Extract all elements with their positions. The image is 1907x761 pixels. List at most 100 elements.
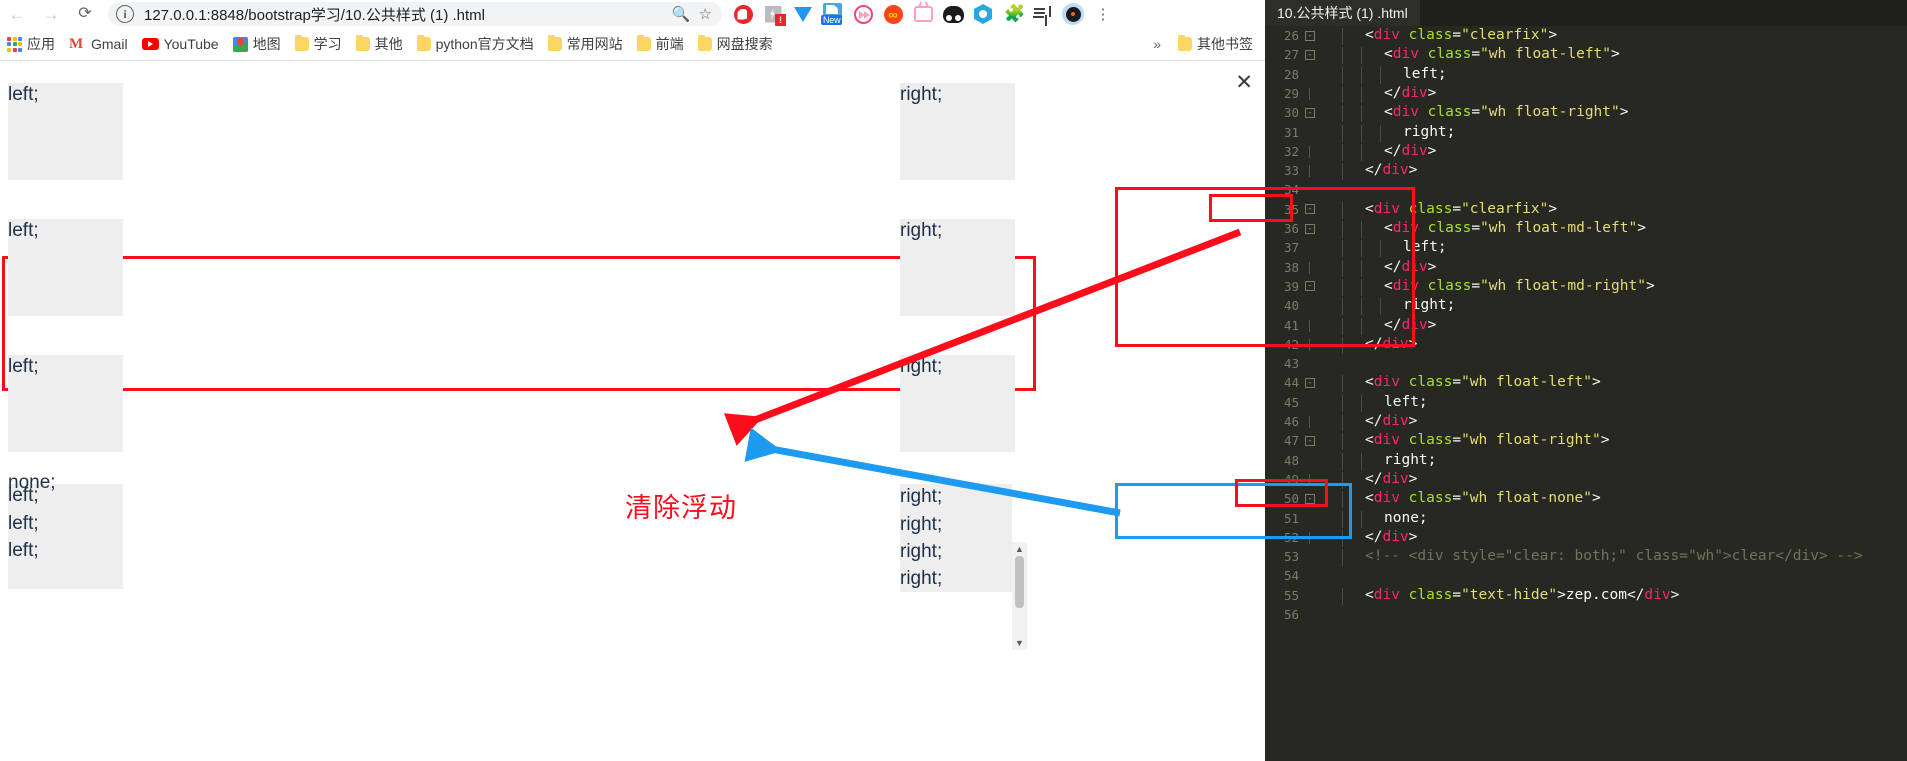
hexagon-extension-icon[interactable]: [968, 1, 998, 27]
bookmark-gmail[interactable]: M Gmail: [62, 32, 135, 56]
puzzle-extensions-icon[interactable]: 🧩: [998, 1, 1028, 27]
content-scrollbar[interactable]: ▲ ▼: [1012, 542, 1027, 650]
code-editor-panel: 10.公共样式 (1) .html 26- <div class="clearfi…: [1115, 0, 1907, 761]
float-right-box: right;: [900, 512, 1012, 539]
code-line[interactable]: 53 <!-- <div style="clear: both;" class="…: [1265, 547, 1907, 567]
code-line[interactable]: 27- <div class="wh float-left">: [1265, 45, 1907, 65]
close-icon[interactable]: ✕: [1235, 72, 1253, 93]
notes-music-extension-icon[interactable]: [1028, 1, 1058, 27]
fold-toggle-icon[interactable]: -: [1305, 107, 1315, 118]
bookmark-label: 地图: [252, 36, 281, 52]
extension-badge-new: New: [821, 15, 843, 25]
bookmark-folder-frontend[interactable]: 前端: [630, 32, 691, 56]
code-line[interactable]: 33 </div>: [1265, 161, 1907, 181]
new-tab-extension-icon[interactable]: New: [818, 1, 848, 27]
indent-guide: [1342, 66, 1343, 84]
fold-toggle-icon[interactable]: -: [1305, 435, 1315, 446]
tv-extension-icon[interactable]: [908, 1, 938, 27]
code-line[interactable]: 30- <div class="wh float-right">: [1265, 103, 1907, 123]
code-text: </div>: [1365, 413, 1418, 429]
code-line[interactable]: 51 none;: [1265, 509, 1907, 528]
code-text: </div>: [1384, 84, 1437, 101]
site-info-icon[interactable]: i: [116, 5, 134, 23]
infinity-extension-icon[interactable]: ∞: [878, 1, 908, 27]
scrollbar-up-arrow[interactable]: ▲: [1012, 542, 1027, 556]
bookmark-folder-python-docs[interactable]: python官方文档: [410, 32, 541, 56]
youtube-icon: [141, 38, 159, 50]
indent-guide: [1342, 587, 1343, 605]
indent-guide: [1342, 375, 1343, 393]
folder-icon: [1178, 35, 1192, 51]
code-line[interactable]: 28 left;: [1265, 65, 1907, 84]
code-line[interactable]: 32 </div>: [1265, 142, 1907, 161]
omnibox[interactable]: i 127.0.0.1:8848/bootstrap学习/10.公共样式 (1)…: [108, 2, 722, 26]
forward-button[interactable]: →: [34, 1, 68, 27]
bookmark-folder-common-sites[interactable]: 常用网站: [541, 32, 630, 56]
code-line[interactable]: 52 </div>: [1265, 528, 1907, 547]
fold-toggle-icon[interactable]: -: [1305, 377, 1315, 388]
adblock-extension-icon[interactable]: [728, 1, 758, 27]
reload-button[interactable]: ⟳: [68, 1, 102, 27]
code-line[interactable]: 49 </div>: [1265, 470, 1907, 489]
bookmark-maps[interactable]: 地图: [226, 32, 288, 56]
code-text: left;: [1403, 65, 1447, 82]
editor-code-area[interactable]: 26- <div class="clearfix"> 27- <div class="…: [1265, 26, 1907, 761]
code-line[interactable]: 46 </div>: [1265, 412, 1907, 431]
code-line[interactable]: 55 <div class="text-hide">zep.com</div>: [1265, 586, 1907, 605]
code-line[interactable]: 29 </div>: [1265, 84, 1907, 103]
bookmarks-overflow-button[interactable]: »: [1143, 36, 1171, 52]
back-button[interactable]: ←: [0, 1, 34, 27]
diamond-extension-icon[interactable]: [788, 1, 818, 27]
code-text: <div class="wh float-md-right">: [1384, 277, 1655, 294]
panda-extension-icon[interactable]: [938, 1, 968, 27]
code-line[interactable]: 47- <div class="wh float-right">: [1265, 431, 1907, 451]
code-line[interactable]: 31 right;: [1265, 123, 1907, 142]
folder-icon: [355, 35, 370, 51]
profile-avatar-icon[interactable]: [1058, 1, 1088, 27]
code-highlight-float-none-token: [1235, 479, 1328, 507]
line-number: 48: [1283, 452, 1299, 468]
editor-tab[interactable]: 10.公共样式 (1) .html: [1265, 0, 1420, 26]
scrollbar-thumb[interactable]: [1015, 556, 1024, 608]
code-line[interactable]: 26- <div class="clearfix">: [1265, 26, 1907, 45]
indent-guide: [1342, 85, 1343, 103]
code-line[interactable]: 56: [1265, 605, 1907, 624]
code-text: right;: [1403, 123, 1456, 140]
indent-guide: [1380, 66, 1381, 84]
fast-forward-extension-icon[interactable]: [848, 1, 878, 27]
line-number: 43: [1283, 356, 1299, 372]
code-line[interactable]: 43: [1265, 354, 1907, 373]
bookmark-label: 常用网站: [566, 36, 623, 52]
folder-icon: [697, 35, 712, 51]
scrollbar-down-arrow[interactable]: ▼: [1012, 636, 1027, 650]
tampermonkey-extension-icon[interactable]: !: [758, 1, 788, 27]
screenshot-root: ← → ⟳ i 127.0.0.1:8848/bootstrap学习/10.公共…: [0, 0, 1907, 761]
fold-toggle-icon[interactable]: -: [1305, 30, 1315, 41]
editor-tabbar: 10.公共样式 (1) .html: [1265, 0, 1907, 26]
line-number: 33: [1283, 163, 1299, 179]
sidebar-item-apps[interactable]: 应用: [0, 32, 62, 56]
bookmark-star-icon[interactable]: ☆: [695, 5, 714, 23]
bookmark-folder-netdisk-search[interactable]: 网盘搜索: [691, 32, 780, 56]
bookmark-folder-study[interactable]: 学习: [288, 32, 349, 56]
code-text: <div class="wh float-left">: [1384, 46, 1620, 63]
kebab-menu-icon[interactable]: ⋮: [1088, 1, 1118, 27]
code-line[interactable]: 48 right;: [1265, 451, 1907, 470]
bookmark-label: python官方文档: [435, 36, 534, 52]
omnibox-url[interactable]: 127.0.0.1:8848/bootstrap学习/10.公共样式 (1) .…: [144, 4, 485, 25]
float-right-box: right;: [900, 355, 1015, 452]
line-number: 53: [1283, 549, 1299, 565]
indent-guide: [1342, 105, 1343, 123]
line-number: 28: [1283, 66, 1299, 82]
bookmark-youtube[interactable]: YouTube: [135, 32, 226, 56]
fold-toggle-icon[interactable]: -: [1305, 49, 1315, 60]
line-number: 45: [1283, 394, 1299, 410]
code-text: <div class="wh float-md-left">: [1384, 220, 1646, 236]
zoom-icon[interactable]: 🔍: [672, 5, 695, 23]
code-line[interactable]: 44- <div class="wh float-left">: [1265, 373, 1907, 393]
bookmark-folder-other[interactable]: 其他: [349, 32, 410, 56]
code-line[interactable]: 45 left;: [1265, 393, 1907, 412]
code-line[interactable]: 50- <div class="wh float-none">: [1265, 489, 1907, 509]
other-bookmarks-folder[interactable]: 其他书签: [1171, 32, 1265, 56]
code-line[interactable]: 54: [1265, 566, 1907, 585]
